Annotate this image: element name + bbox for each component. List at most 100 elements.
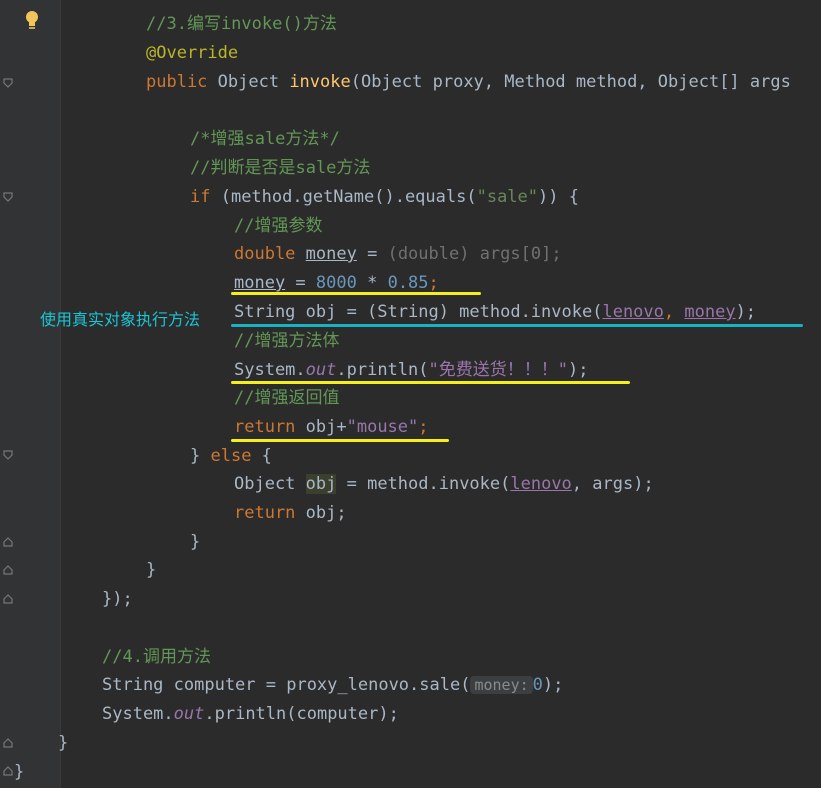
code-line[interactable]: //判断是否是sale方法	[190, 156, 370, 180]
code-line[interactable]: });	[102, 587, 133, 611]
editor-gutter	[0, 0, 61, 788]
highlight-underline	[231, 381, 630, 384]
code-text: .println(computer);	[204, 704, 399, 724]
code-line[interactable]: //4.调用方法	[102, 645, 211, 669]
code-line[interactable]: Object obj = method.invoke(lenovo, args)…	[234, 472, 654, 496]
code-line[interactable]: /*增强sale方法*/	[190, 127, 340, 151]
fold-marker-icon[interactable]	[3, 192, 13, 202]
code-line[interactable]: return obj+"mouse";	[234, 415, 429, 439]
fold-marker-icon[interactable]	[3, 565, 13, 575]
code-keyword: return	[234, 503, 296, 523]
code-text: (method.getName().equals(	[210, 187, 477, 207]
code-line[interactable]: String computer = proxy_lenovo.sale(mone…	[102, 673, 563, 697]
code-text: System.	[234, 360, 306, 380]
annotation-label: 使用真实对象执行方法	[40, 310, 201, 329]
code-keyword: public	[146, 72, 208, 92]
code-line[interactable]: }	[14, 760, 24, 784]
code-text: ,	[663, 302, 685, 322]
code-text: =	[356, 244, 388, 264]
code-parameter: lenovo	[510, 474, 572, 494]
code-number: 0	[532, 675, 543, 695]
fold-marker-icon[interactable]	[3, 594, 13, 604]
code-string: "mouse"	[346, 417, 419, 437]
code-line[interactable]: }	[58, 731, 68, 755]
code-semicolon: ;	[418, 417, 429, 437]
code-method-name: invoke	[289, 72, 351, 92]
code-static-field: out	[173, 704, 205, 724]
code-parameter: lenovo	[602, 302, 664, 322]
code-text: obj+	[295, 417, 347, 437]
code-text: )) {	[538, 187, 579, 207]
code-comment: //4.调用方法	[102, 647, 211, 667]
code-text: System.	[102, 704, 174, 724]
code-text: Object	[234, 474, 306, 494]
code-text: String obj = (String) method.invoke(	[234, 302, 603, 322]
code-variable: obj	[305, 474, 337, 494]
code-text: Object	[207, 72, 290, 92]
code-text: String computer = proxy_lenovo.sale(	[102, 675, 471, 695]
code-number: 0.85	[387, 273, 429, 293]
code-comment: //判断是否是sale方法	[190, 158, 371, 178]
code-static-field: out	[305, 360, 337, 380]
code-text: obj;	[295, 503, 347, 523]
code-text: );	[542, 675, 564, 695]
code-text: );	[567, 360, 589, 380]
code-text: =	[285, 273, 316, 293]
code-text: );	[735, 302, 757, 322]
code-brace: }	[58, 733, 69, 753]
code-line[interactable]: return obj;	[234, 501, 347, 525]
code-redundant-cast: (double) args[0];	[387, 244, 562, 264]
fold-marker-icon[interactable]	[3, 537, 13, 547]
code-text: {	[251, 446, 272, 466]
code-comment: /*增强sale方法*/	[190, 129, 340, 149]
code-number: 8000	[315, 273, 357, 293]
highlight-underline	[231, 439, 449, 442]
highlight-underline	[231, 292, 481, 295]
code-line[interactable]: if (method.getName().equals("sale")) {	[190, 185, 579, 209]
code-keyword: return	[234, 417, 296, 437]
fold-marker-icon[interactable]	[3, 78, 13, 88]
highlight-underline	[231, 324, 803, 327]
code-line[interactable]: } else {	[190, 444, 272, 468]
fold-marker-icon[interactable]	[3, 738, 13, 748]
code-parameter: money	[684, 302, 736, 322]
code-line[interactable]: //增强返回值	[234, 386, 339, 410]
code-line[interactable]: }	[146, 558, 156, 582]
code-keyword: if	[190, 187, 211, 207]
code-line[interactable]: String obj = (String) method.invoke(leno…	[234, 300, 756, 324]
code-semicolon: ;	[428, 273, 439, 293]
code-keyword: double	[234, 244, 296, 264]
code-text: = method.invoke(	[336, 474, 511, 494]
code-line[interactable]: }	[190, 530, 200, 554]
code-comment: //增强参数	[234, 216, 323, 236]
code-keyword: else	[210, 446, 252, 466]
code-variable: money	[305, 244, 357, 264]
code-brace: }	[146, 560, 157, 580]
code-annotation: @Override	[146, 43, 239, 63]
code-text: , args);	[571, 474, 654, 494]
code-line[interactable]: System.out.println("免费送货！！！");	[234, 358, 588, 382]
code-comment: //增强方法体	[234, 331, 340, 351]
code-string: "免费送货！！！"	[428, 360, 568, 380]
code-line[interactable]: @Override	[146, 41, 238, 65]
code-line[interactable]: //增强方法体	[234, 329, 339, 353]
code-comment: //3.编写invoke()方法	[146, 14, 337, 34]
fold-marker-icon[interactable]	[3, 766, 13, 776]
parameter-hint: money:	[470, 676, 533, 694]
code-text: }	[190, 446, 211, 466]
code-line[interactable]: public Object invoke(Object proxy, Metho…	[146, 70, 791, 94]
fold-marker-icon[interactable]	[3, 450, 13, 460]
code-text: *	[356, 273, 388, 293]
code-text: .println(	[336, 360, 429, 380]
code-brace: });	[102, 589, 133, 609]
code-line[interactable]: double money = (double) args[0];	[234, 242, 562, 266]
code-line[interactable]: //3.编写invoke()方法	[146, 12, 337, 36]
intention-bulb-icon[interactable]	[24, 10, 40, 30]
code-line[interactable]: //增强参数	[234, 214, 322, 238]
code-brace: }	[14, 762, 25, 782]
code-comment: //增强返回值	[234, 388, 340, 408]
code-string: "sale"	[476, 187, 539, 207]
code-brace: }	[190, 532, 201, 552]
code-variable: money	[234, 273, 286, 293]
code-line[interactable]: System.out.println(computer);	[102, 702, 399, 726]
